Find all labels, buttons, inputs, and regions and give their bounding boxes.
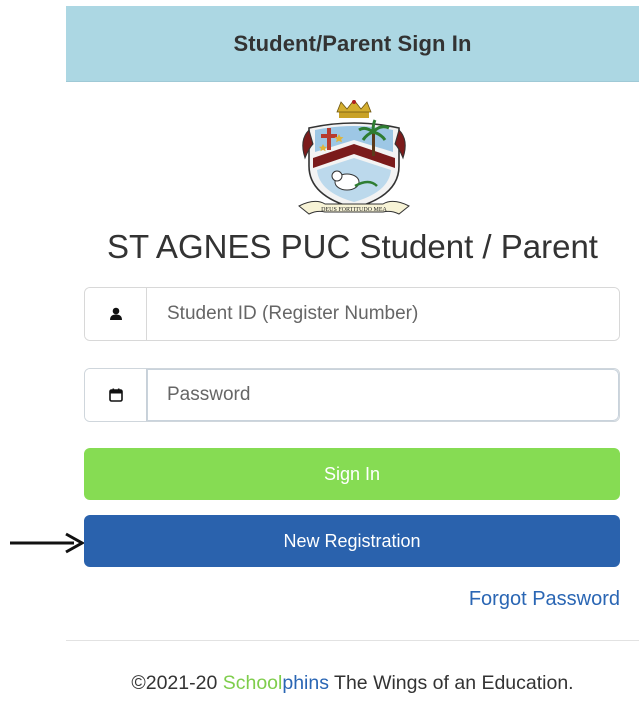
header-title: Student/Parent Sign In bbox=[233, 30, 472, 56]
crown-icon bbox=[336, 100, 372, 118]
password-input[interactable] bbox=[147, 369, 619, 421]
student-id-addon bbox=[85, 288, 147, 340]
footer-brand-part1[interactable]: School bbox=[223, 672, 283, 694]
password-field bbox=[84, 368, 620, 422]
user-icon bbox=[109, 307, 122, 320]
footer-divider bbox=[66, 640, 639, 641]
arrow-right-icon bbox=[10, 532, 84, 554]
footer-suffix: The Wings of an Education. bbox=[328, 672, 574, 694]
password-addon bbox=[85, 369, 147, 421]
student-id-field bbox=[84, 287, 620, 341]
forgot-password-link[interactable]: Forgot Password bbox=[469, 588, 620, 611]
footer-brand-part2[interactable]: phins bbox=[282, 672, 329, 694]
school-title: ST AGNES PUC Student / Parent bbox=[107, 228, 598, 265]
student-id-input[interactable] bbox=[147, 288, 619, 340]
footer-copyright: ©2021-20 Schoolphins The Wings of an Edu… bbox=[66, 672, 639, 695]
school-crest-logo: DEUS FORTITUDO MEA bbox=[298, 100, 410, 215]
signin-button[interactable]: Sign In bbox=[84, 448, 620, 500]
signin-header: Student/Parent Sign In bbox=[66, 6, 639, 82]
calendar-icon bbox=[108, 388, 123, 402]
footer-prefix: ©2021-20 bbox=[131, 672, 223, 694]
crest-motto-text: DEUS FORTITUDO MEA bbox=[321, 207, 387, 213]
new-registration-button[interactable]: New Registration bbox=[84, 515, 620, 567]
